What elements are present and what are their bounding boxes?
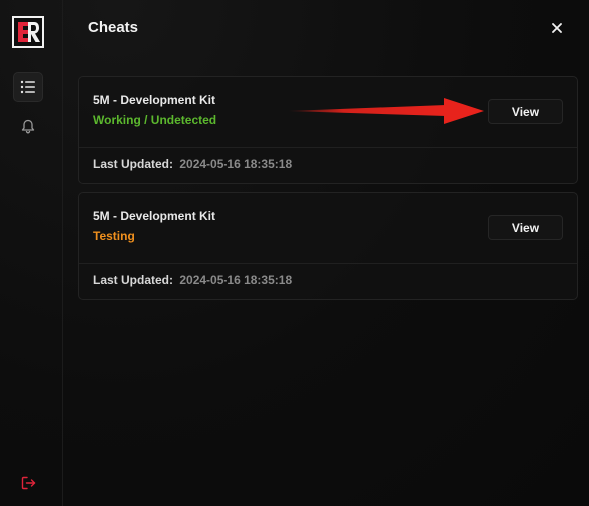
bell-icon <box>21 119 35 133</box>
app-window: Cheats 5M - Development Kit Working / Un… <box>0 0 589 506</box>
cheat-title: 5M - Development Kit <box>93 209 216 223</box>
card-header: 5M - Development Kit Testing View <box>79 193 577 264</box>
last-updated-value: 2024-05-16 18:35:18 <box>179 273 293 287</box>
cheat-status: Testing <box>93 229 135 243</box>
view-button[interactable]: View <box>488 215 563 240</box>
app-logo <box>12 16 44 48</box>
cheat-title: 5M - Development Kit <box>93 93 216 107</box>
card-footer: Last Updated: 2024-05-16 18:35:18 <box>93 273 292 287</box>
card-header: 5M - Development Kit Working / Undetecte… <box>79 77 577 148</box>
view-button[interactable]: View <box>488 99 563 124</box>
sidebar <box>0 0 63 506</box>
list-icon <box>20 80 35 94</box>
last-updated-value: 2024-05-16 18:35:18 <box>179 157 293 171</box>
page-title: Cheats <box>88 19 139 36</box>
last-updated-label: Last Updated: <box>93 273 174 287</box>
close-button[interactable] <box>547 18 567 38</box>
logout-button[interactable] <box>13 468 43 498</box>
cheat-status: Working / Undetected <box>93 113 217 127</box>
card-footer: Last Updated: 2024-05-16 18:35:18 <box>93 157 292 171</box>
logout-icon <box>21 476 35 490</box>
sidebar-item-notifications[interactable] <box>13 111 43 141</box>
cheat-card: 5M - Development Kit Working / Undetecte… <box>78 76 578 184</box>
cheat-card: 5M - Development Kit Testing View Last U… <box>78 192 578 300</box>
sidebar-item-cheats[interactable] <box>13 72 43 102</box>
last-updated-label: Last Updated: <box>93 157 174 171</box>
close-icon <box>552 23 562 33</box>
